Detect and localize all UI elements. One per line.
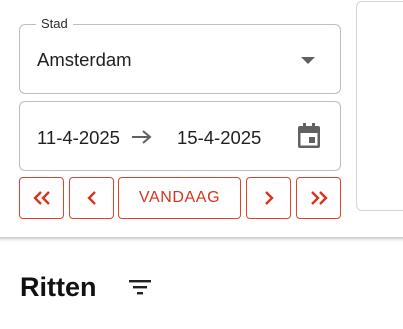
end-date[interactable]: 15-4-2025 bbox=[177, 127, 261, 149]
side-panel bbox=[356, 1, 403, 211]
city-select[interactable]: Stad Amsterdam bbox=[19, 16, 341, 94]
start-date[interactable]: 11-4-2025 bbox=[37, 127, 120, 149]
previous-period-button[interactable] bbox=[69, 177, 114, 219]
city-select-label: Stad bbox=[36, 16, 73, 32]
chevron-left-icon bbox=[86, 191, 96, 205]
today-button[interactable]: VANDAAG bbox=[118, 177, 241, 219]
chevron-right-icon bbox=[264, 191, 274, 205]
dropdown-caret-icon[interactable] bbox=[301, 57, 315, 64]
city-select-value: Amsterdam bbox=[37, 49, 132, 70]
first-period-button[interactable] bbox=[19, 177, 64, 219]
double-chevron-left-icon bbox=[32, 191, 50, 205]
double-chevron-right-icon bbox=[310, 191, 328, 205]
filter-icon[interactable] bbox=[128, 278, 152, 296]
calendar-icon[interactable] bbox=[297, 123, 321, 149]
last-period-button[interactable] bbox=[296, 177, 341, 219]
next-period-button[interactable] bbox=[246, 177, 291, 219]
arrow-right-icon bbox=[132, 130, 152, 144]
date-range-field[interactable]: 11-4-2025 15-4-2025 bbox=[19, 101, 341, 171]
page-title: Ritten bbox=[20, 272, 97, 302]
